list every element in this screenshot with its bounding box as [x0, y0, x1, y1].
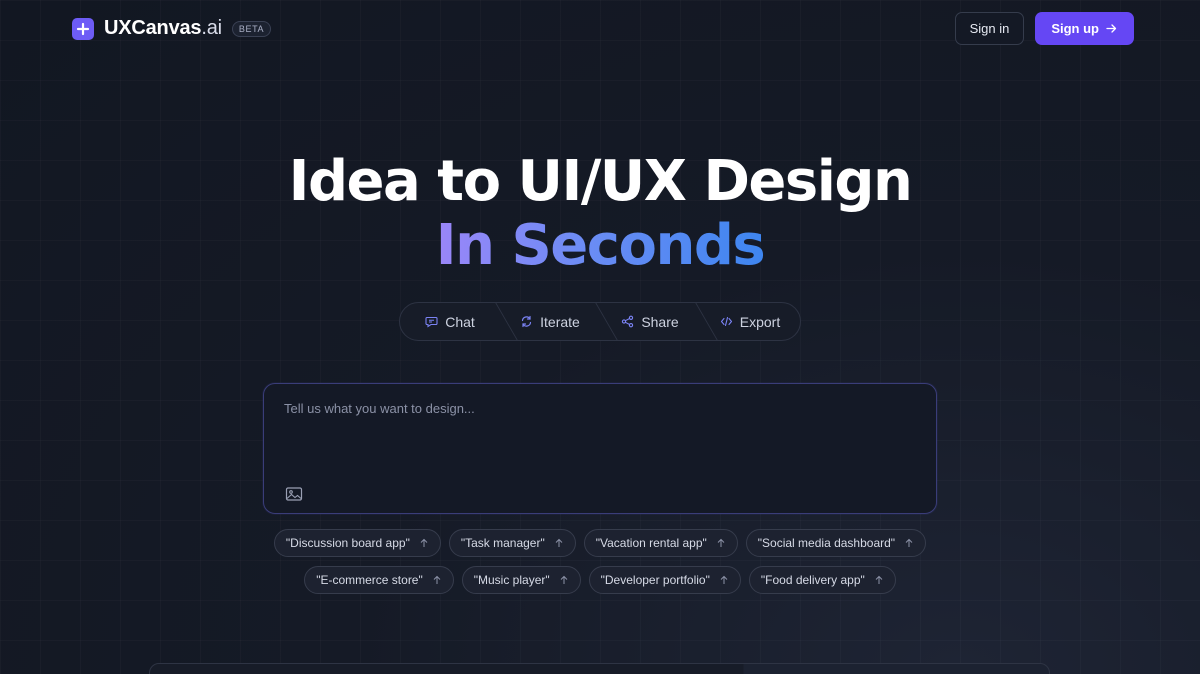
sign-up-button[interactable]: Sign up [1035, 12, 1134, 45]
suggestion-label: "Vacation rental app" [595, 536, 707, 550]
brand-name-main: UXCanvas [104, 17, 202, 39]
suggestion-label: "Developer portfolio" [600, 573, 710, 587]
feature-export[interactable]: Export [700, 303, 800, 340]
arrow-right-icon [1106, 24, 1117, 33]
suggestion-row-1: "Discussion board app" "Task manager" "V… [0, 529, 1200, 557]
feature-share[interactable]: Share [600, 303, 700, 340]
chat-icon [425, 316, 438, 328]
top-navbar: UXCanvas.ai BETA Sign in Sign up [72, 12, 1134, 45]
suggestion-chip[interactable]: "Task manager" [448, 529, 576, 557]
suggestion-chip[interactable]: "E-commerce store" [304, 566, 454, 594]
suggestion-label: "E-commerce store" [316, 573, 423, 587]
code-icon [720, 316, 732, 327]
arrow-up-icon [560, 575, 567, 584]
auth-buttons: Sign in Sign up [954, 12, 1134, 45]
arrow-up-icon [875, 575, 883, 584]
arrow-up-icon [717, 538, 725, 547]
arrow-up-icon [420, 538, 428, 547]
brand-name: UXCanvas.ai [104, 17, 222, 40]
hero-title-line2: In Seconds [435, 213, 766, 278]
suggestion-label: "Food delivery app" [760, 573, 865, 587]
feature-label: Chat [445, 313, 475, 330]
suggestion-label: "Music player" [473, 573, 550, 587]
suggestion-row-2: "E-commerce store" "Music player" "Devel… [0, 566, 1200, 594]
hero-title: Idea to UI/UX Design In Seconds [0, 150, 1200, 278]
share-icon [622, 315, 634, 328]
suggestion-label: "Social media dashboard" [757, 536, 896, 550]
arrow-up-icon [720, 575, 728, 584]
feature-chat[interactable]: Chat [400, 303, 500, 340]
suggestion-chip[interactable]: "Food delivery app" [748, 566, 896, 594]
arrow-up-icon [433, 575, 441, 584]
hero-title-line1: Idea to UI/UX Design [288, 149, 913, 214]
feature-iterate[interactable]: Iterate [500, 303, 600, 340]
brand[interactable]: UXCanvas.ai BETA [72, 17, 272, 40]
plus-logo-icon [72, 17, 94, 40]
suggestion-chip[interactable]: "Music player" [461, 566, 581, 594]
design-prompt-box [263, 383, 937, 514]
arrow-up-icon [905, 538, 913, 547]
suggestion-label: "Task manager" [460, 536, 545, 550]
feature-label: Iterate [540, 313, 580, 330]
arrow-up-icon [555, 538, 563, 547]
suggestion-chip[interactable]: "Developer portfolio" [588, 566, 741, 594]
preview-panel-edge [149, 663, 1050, 674]
brand-name-suffix: .ai [201, 17, 222, 39]
suggestion-chip[interactable]: "Social media dashboard" [745, 529, 927, 557]
feature-pill-bar: Chat Iterate Share Export [399, 302, 801, 341]
hero: Idea to UI/UX Design In Seconds [0, 150, 1200, 278]
sign-up-label: Sign up [1051, 21, 1099, 36]
beta-badge: BETA [231, 20, 272, 37]
suggestion-chip[interactable]: "Vacation rental app" [583, 529, 738, 557]
image-upload-icon[interactable] [285, 486, 303, 502]
feature-label: Share [641, 313, 679, 330]
design-prompt-input[interactable] [284, 401, 914, 471]
sign-in-button[interactable]: Sign in [954, 12, 1025, 45]
suggestion-chip[interactable]: "Discussion board app" [273, 529, 441, 557]
refresh-icon [522, 315, 532, 328]
suggestion-label: "Discussion board app" [285, 536, 410, 550]
feature-label: Export [739, 313, 781, 330]
